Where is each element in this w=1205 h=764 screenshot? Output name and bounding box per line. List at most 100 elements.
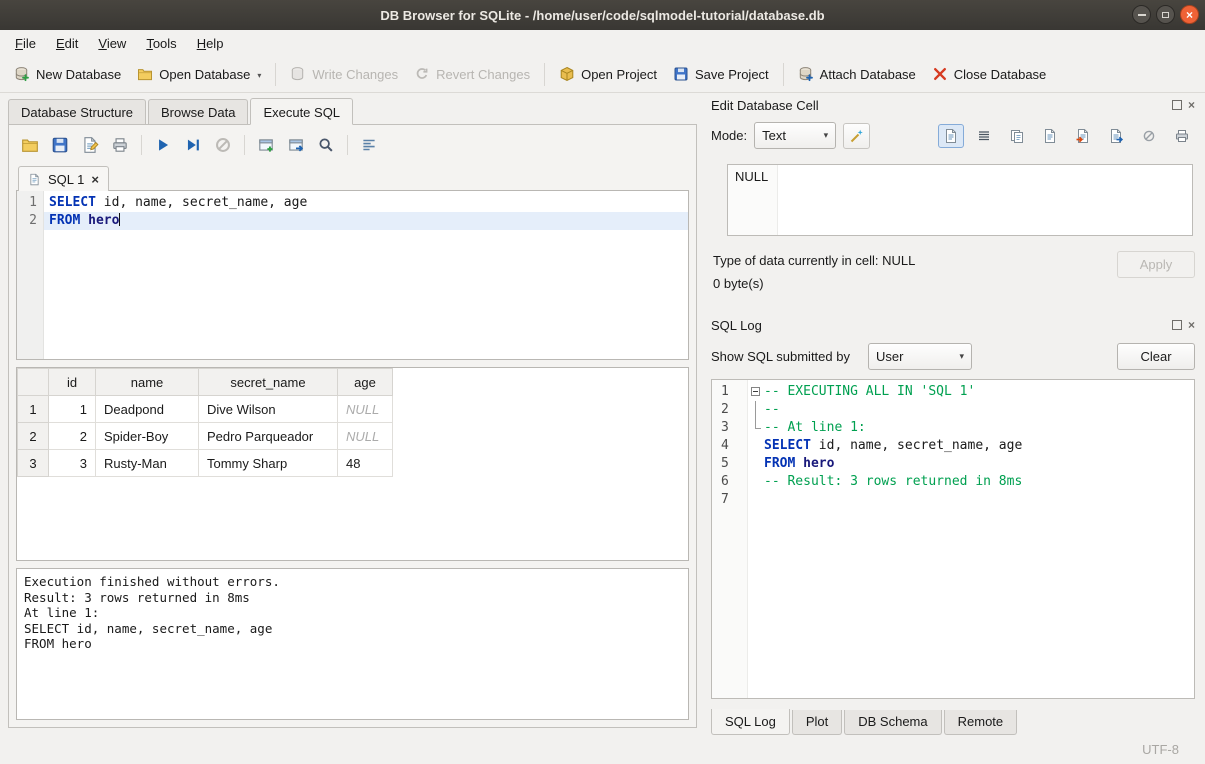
log-line: -- bbox=[748, 401, 1194, 419]
tab-remote[interactable]: Remote bbox=[944, 710, 1018, 735]
open-database-icon bbox=[137, 66, 153, 82]
open-sql-tab-button[interactable] bbox=[284, 133, 308, 157]
attach-database-button[interactable]: Attach Database bbox=[790, 61, 924, 87]
mode-select[interactable]: Text ▾ bbox=[754, 122, 836, 149]
dock-close-icon[interactable]: × bbox=[1188, 99, 1195, 111]
execute-current-line-button[interactable] bbox=[181, 133, 205, 157]
maximize-button[interactable] bbox=[1156, 5, 1175, 24]
auto-switch-mode-button[interactable] bbox=[843, 123, 870, 149]
open-sql-file-button[interactable] bbox=[18, 133, 42, 157]
print-cell-button[interactable] bbox=[1169, 124, 1195, 148]
cell-id[interactable]: 3 bbox=[49, 450, 96, 477]
sql-log-filter-row: Show SQL submitted by User ▾ Clear bbox=[711, 343, 1195, 370]
submitted-by-value: User bbox=[876, 349, 903, 364]
execute-all-button[interactable] bbox=[151, 133, 175, 157]
sql-toolbar-separator bbox=[141, 135, 142, 155]
fold-marker-icon[interactable] bbox=[748, 383, 764, 401]
editor-line-2: FROM hero bbox=[44, 212, 688, 230]
maximize-icon bbox=[1162, 12, 1169, 18]
menu-help[interactable]: Help bbox=[188, 33, 233, 54]
submitted-by-select[interactable]: User ▾ bbox=[868, 343, 972, 370]
sql-table-name: hero bbox=[795, 455, 834, 473]
open-database-button[interactable]: Open Database ▾ bbox=[129, 61, 269, 87]
cell-age[interactable]: NULL bbox=[338, 423, 393, 450]
log-line: SELECT id, name, secret_name, age bbox=[748, 437, 1194, 455]
import-cell-button[interactable] bbox=[1070, 124, 1096, 148]
encoding-indicator[interactable]: UTF-8 bbox=[1142, 742, 1179, 757]
text-mode-button[interactable] bbox=[938, 124, 964, 148]
menu-view[interactable]: View bbox=[89, 33, 135, 54]
menu-tools[interactable]: Tools bbox=[137, 33, 185, 54]
sql-keyword: FROM bbox=[49, 213, 80, 228]
minimize-button[interactable] bbox=[1132, 5, 1151, 24]
row-header[interactable]: 3 bbox=[18, 450, 49, 477]
cell-mode-row: Mode: Text ▾ bbox=[711, 122, 1195, 149]
main-tabbar: Database Structure Browse Data Execute S… bbox=[8, 97, 705, 124]
new-sql-tab-button[interactable] bbox=[254, 133, 278, 157]
word-wrap-button[interactable] bbox=[971, 124, 997, 148]
tab-execute-sql[interactable]: Execute SQL bbox=[250, 98, 353, 125]
results-header-row: id name secret_name age bbox=[18, 369, 393, 396]
cell-name[interactable]: Spider-Boy bbox=[96, 423, 199, 450]
format-sql-button[interactable] bbox=[357, 133, 381, 157]
cell-id[interactable]: 2 bbox=[49, 423, 96, 450]
write-changes-button[interactable]: Write Changes bbox=[282, 61, 406, 87]
cell-name[interactable]: Deadpond bbox=[96, 396, 199, 423]
sql-log-view[interactable]: 1 2 3 4 5 6 7 -- EXECUTING ALL IN 'SQL 1… bbox=[711, 379, 1195, 699]
minimize-icon bbox=[1138, 14, 1146, 16]
tab-database-structure[interactable]: Database Structure bbox=[8, 99, 146, 124]
find-replace-button[interactable] bbox=[314, 133, 338, 157]
save-sql-file-button[interactable] bbox=[48, 133, 72, 157]
sql-tab-1[interactable]: SQL 1 × bbox=[18, 166, 109, 191]
revert-changes-button[interactable]: Revert Changes bbox=[406, 61, 538, 87]
undock-icon[interactable] bbox=[1172, 100, 1182, 110]
new-database-button[interactable]: New Database bbox=[6, 61, 129, 87]
sql-tab-close-icon[interactable]: × bbox=[91, 173, 99, 186]
sql-file-icon bbox=[28, 173, 41, 186]
column-header-age[interactable]: age bbox=[338, 369, 393, 396]
cell-editor-content bbox=[778, 165, 1192, 235]
undock-icon[interactable] bbox=[1172, 320, 1182, 330]
menu-file[interactable]: File bbox=[6, 33, 45, 54]
clear-button[interactable]: Clear bbox=[1117, 343, 1195, 370]
stop-execution-button[interactable] bbox=[211, 133, 235, 157]
cell-secret-name[interactable]: Dive Wilson bbox=[199, 396, 338, 423]
sql-editor[interactable]: 1 2 SELECT id, name, secret_name, age FR… bbox=[16, 190, 689, 360]
tab-db-schema[interactable]: DB Schema bbox=[844, 710, 941, 735]
menu-edit[interactable]: Edit bbox=[47, 33, 87, 54]
tab-browse-data[interactable]: Browse Data bbox=[148, 99, 248, 124]
save-sql-as-button[interactable] bbox=[78, 133, 102, 157]
editor-line-1: SELECT id, name, secret_name, age bbox=[44, 194, 688, 212]
table-row: 2 2 Spider-Boy Pedro Parqueador NULL bbox=[18, 423, 393, 450]
attach-database-label: Attach Database bbox=[820, 67, 916, 82]
save-project-button[interactable]: Save Project bbox=[665, 61, 777, 87]
document-icon bbox=[1042, 128, 1058, 144]
close-database-button[interactable]: Close Database bbox=[924, 61, 1055, 87]
column-header-id[interactable]: id bbox=[49, 369, 96, 396]
print-sql-button[interactable] bbox=[108, 133, 132, 157]
close-button[interactable]: × bbox=[1180, 5, 1199, 24]
tab-plot[interactable]: Plot bbox=[792, 710, 842, 735]
row-header[interactable]: 1 bbox=[18, 396, 49, 423]
cell-name[interactable]: Rusty-Man bbox=[96, 450, 199, 477]
set-null-button[interactable] bbox=[1136, 124, 1162, 148]
cell-age[interactable]: 48 bbox=[338, 450, 393, 477]
row-header[interactable]: 2 bbox=[18, 423, 49, 450]
cell-id[interactable]: 1 bbox=[49, 396, 96, 423]
apply-button[interactable]: Apply bbox=[1117, 251, 1195, 278]
cell-editor-area[interactable]: NULL bbox=[727, 164, 1193, 236]
cell-secret-name[interactable]: Tommy Sharp bbox=[199, 450, 338, 477]
cell-age[interactable]: NULL bbox=[338, 396, 393, 423]
open-project-button[interactable]: Open Project bbox=[551, 61, 665, 87]
dock-close-icon[interactable]: × bbox=[1188, 319, 1195, 331]
save-cell-button[interactable] bbox=[1037, 124, 1063, 148]
execution-message-log[interactable]: Execution finished without errors. Resul… bbox=[16, 568, 689, 720]
cell-secret-name[interactable]: Pedro Parqueador bbox=[199, 423, 338, 450]
open-database-dropdown-icon[interactable]: ▾ bbox=[257, 71, 261, 82]
column-header-secret-name[interactable]: secret_name bbox=[199, 369, 338, 396]
copy-button[interactable] bbox=[1004, 124, 1030, 148]
message-line: Result: 3 rows returned in 8ms bbox=[24, 590, 681, 606]
export-cell-button[interactable] bbox=[1103, 124, 1129, 148]
column-header-name[interactable]: name bbox=[96, 369, 199, 396]
tab-sql-log[interactable]: SQL Log bbox=[711, 709, 790, 735]
